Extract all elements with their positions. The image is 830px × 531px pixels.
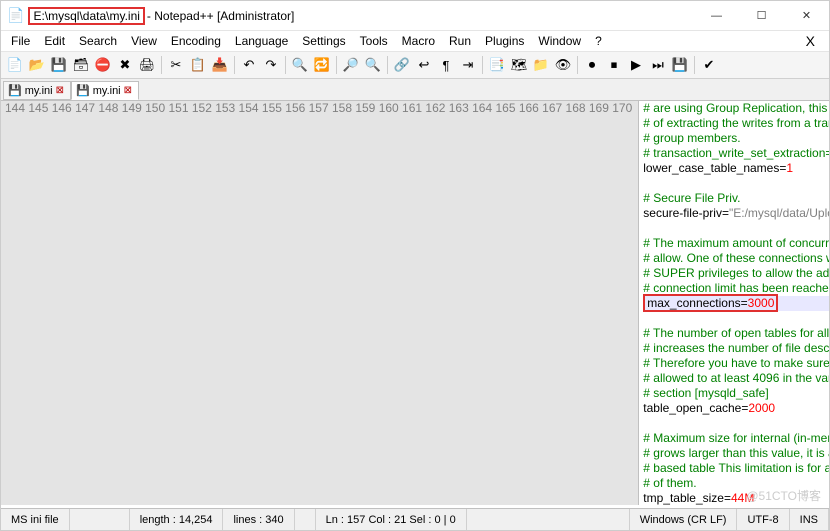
window-controls: — ☐ ✕ [694,1,829,31]
tabbar: 💾 my.ini ⊠ 💾 my.ini ⊠ [1,79,829,101]
funclist-icon[interactable]: 📑 [487,55,507,75]
close-button[interactable]: ✕ [784,1,829,31]
file-icon: 💾 [76,84,90,97]
menu-window[interactable]: Window [532,33,587,49]
cut-icon[interactable]: ✂ [166,55,186,75]
tab-active[interactable]: 💾 my.ini ⊠ [71,81,139,100]
tab-close-icon[interactable]: ⊠ [124,85,132,96]
copy-icon[interactable]: 📋 [188,55,208,75]
statusbar: MS ini file length : 14,254 lines : 340 … [1,508,829,530]
maximize-button[interactable]: ☐ [739,1,784,31]
tab-inactive[interactable]: 💾 my.ini ⊠ [3,81,71,100]
docmap-icon[interactable]: 🗺 [509,55,529,75]
menu-search[interactable]: Search [73,33,123,49]
sync-icon[interactable]: 🔗 [392,55,412,75]
play-icon[interactable]: ▶ [626,55,646,75]
undo-icon[interactable]: ↶ [239,55,259,75]
status-lines: lines : 340 [223,509,294,530]
wrap-icon[interactable]: ↩ [414,55,434,75]
menu-settings[interactable]: Settings [296,33,351,49]
menu-language[interactable]: Language [229,33,294,49]
zoomin-icon[interactable]: 🔎 [341,55,361,75]
menu-run[interactable]: Run [443,33,477,49]
menubar: File Edit Search View Encoding Language … [1,31,829,51]
status-filetype: MS ini file [1,509,70,530]
status-insert[interactable]: INS [790,509,829,530]
monitor-icon[interactable]: 👁 [553,55,573,75]
menu-encoding[interactable]: Encoding [165,33,227,49]
open-icon[interactable]: 📂 [27,55,47,75]
new-icon[interactable]: 📄 [5,55,25,75]
zoomout-icon[interactable]: 🔍 [363,55,383,75]
closeall-icon[interactable]: ⛔ [93,55,113,75]
print-icon[interactable]: 🖨 [137,55,157,75]
tab-label: my.ini [25,85,53,97]
titlebar: 📄 E:\mysql\data\my.ini - Notepad++ [Admi… [1,1,829,31]
find-icon[interactable]: 🔍 [290,55,310,75]
code-area[interactable]: # are using Group Replication, this vari… [639,101,829,505]
menu-file[interactable]: File [5,33,36,49]
menu-edit[interactable]: Edit [38,33,71,49]
toolbar: 📄 📂 💾 🗃 ⛔ ✖ 🖨 ✂ 📋 📥 ↶ ↷ 🔍 🔁 🔎 🔍 🔗 ↩ ¶ ⇥ … [1,51,829,79]
save-icon[interactable]: 💾 [49,55,69,75]
app-icon: 📄 [7,7,24,24]
close-x-icon[interactable]: X [800,32,825,50]
status-position: Ln : 157 Col : 21 Sel : 0 | 0 [316,509,467,530]
folder-icon[interactable]: 📁 [531,55,551,75]
indent-icon[interactable]: ⇥ [458,55,478,75]
app-name: - Notepad++ [Administrator] [147,9,294,23]
minimize-button[interactable]: — [694,1,739,31]
saveall-icon[interactable]: 🗃 [71,55,91,75]
record-icon[interactable]: ⏺ [582,55,602,75]
showall-icon[interactable]: ¶ [436,55,456,75]
menu-tools[interactable]: Tools [354,33,394,49]
tab-label: my.ini [93,85,121,97]
watermark: @51CTO博客 [746,487,821,504]
status-encoding[interactable]: UTF-8 [737,509,789,530]
line-numbers: 144 145 146 147 148 149 150 151 152 153 … [1,101,639,505]
menu-view[interactable]: View [125,33,163,49]
stop-icon[interactable]: ⏹ [604,55,624,75]
menu-help[interactable]: ? [589,33,608,49]
spell-icon[interactable]: ✔ [699,55,719,75]
replace-icon[interactable]: 🔁 [312,55,332,75]
paste-icon[interactable]: 📥 [210,55,230,75]
status-length: length : 14,254 [130,509,224,530]
file-path: E:\mysql\data\my.ini [28,7,144,25]
status-eol[interactable]: Windows (CR LF) [630,509,738,530]
fast-icon[interactable]: ⏭ [648,55,668,75]
editor[interactable]: 144 145 146 147 148 149 150 151 152 153 … [1,101,829,505]
savemacro-icon[interactable]: 💾 [670,55,690,75]
menu-macro[interactable]: Macro [396,33,441,49]
menu-plugins[interactable]: Plugins [479,33,530,49]
close-file-icon[interactable]: ✖ [115,55,135,75]
redo-icon[interactable]: ↷ [261,55,281,75]
tab-close-icon[interactable]: ⊠ [56,85,64,96]
file-icon: 💾 [8,84,22,97]
